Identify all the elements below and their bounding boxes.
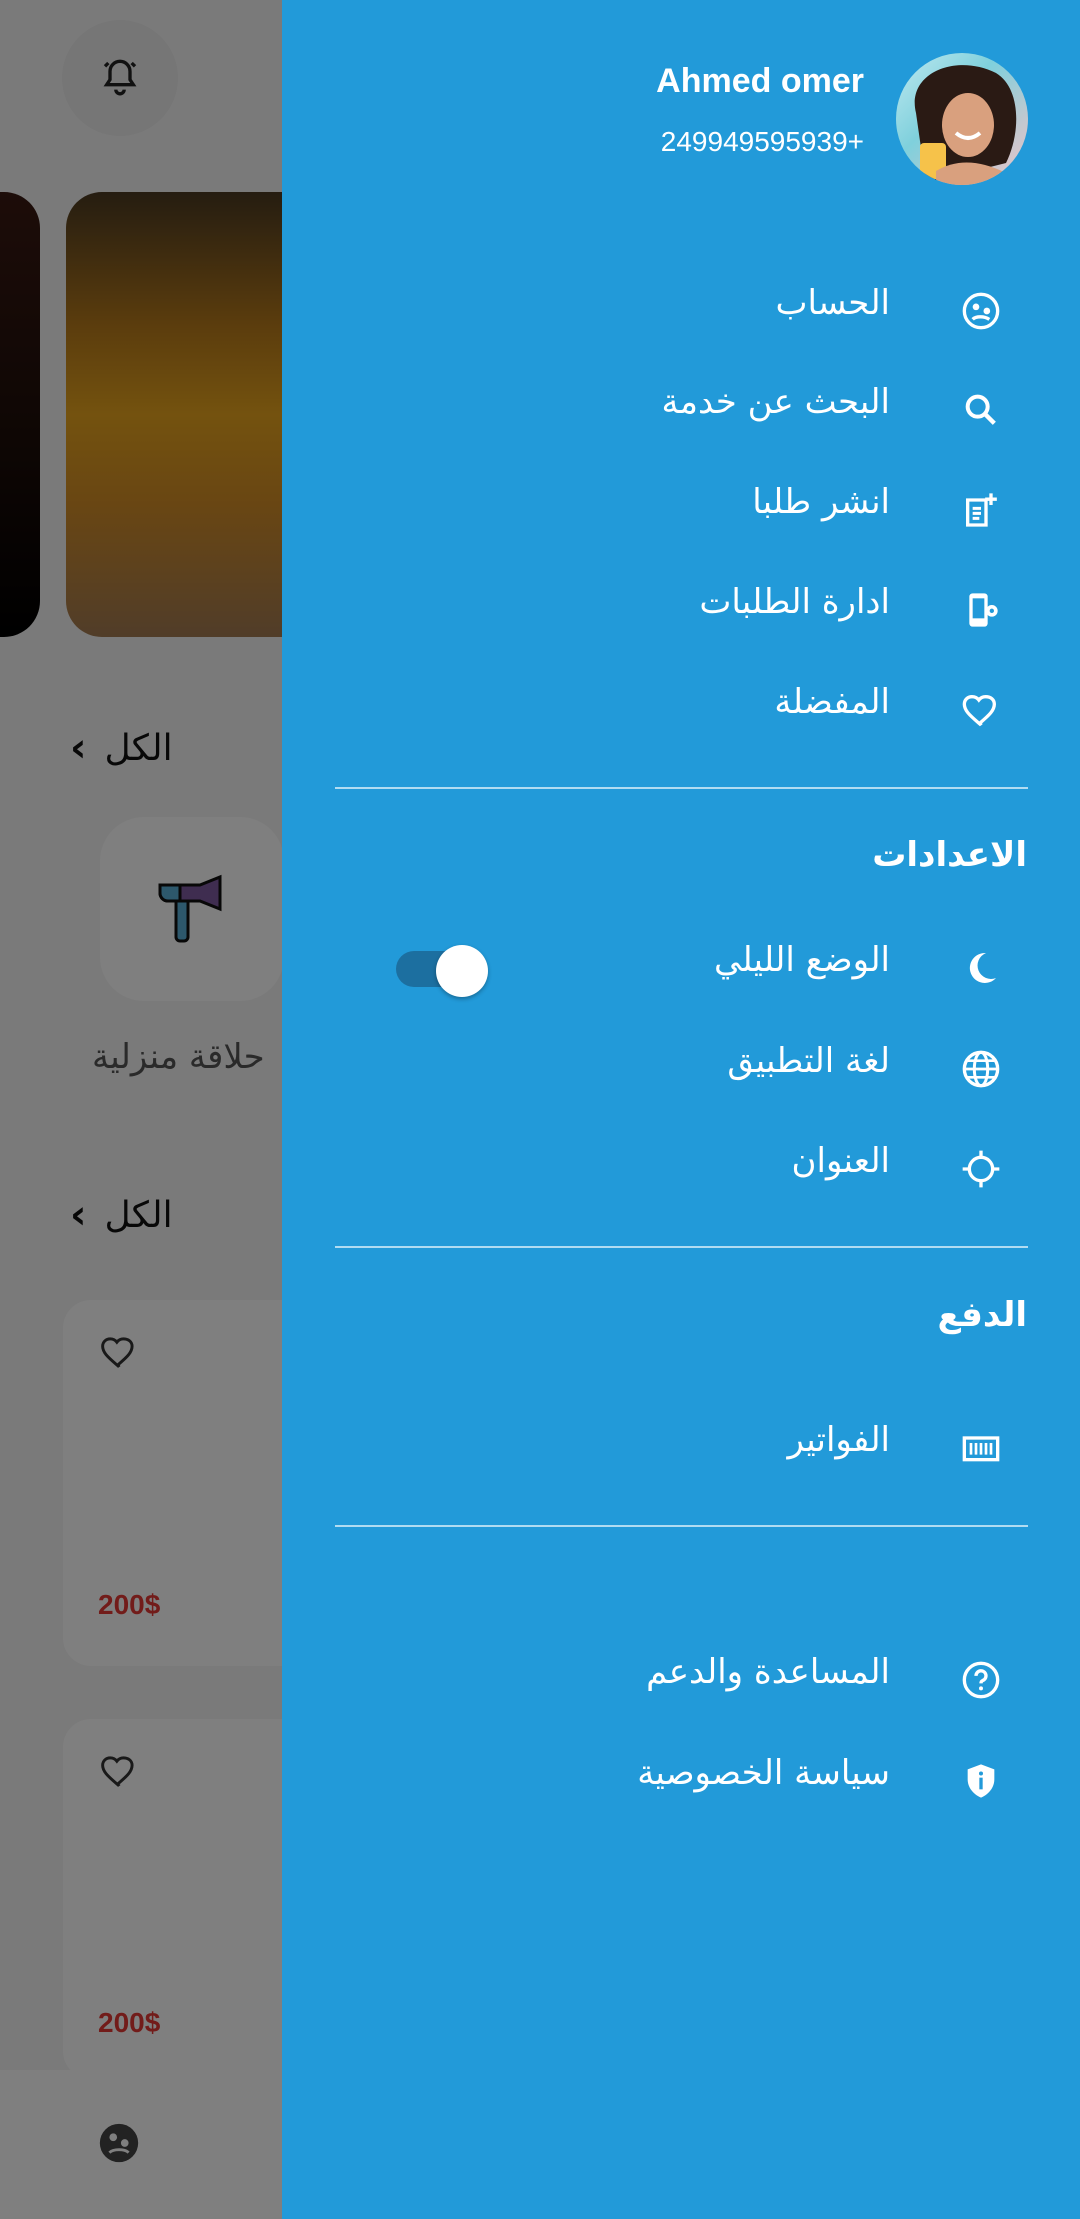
menu-item-label: الفواتير <box>787 1420 891 1460</box>
menu-item-invoices[interactable]: الفواتير <box>282 1402 1080 1492</box>
profile-phone: 249949595939+ <box>660 126 864 157</box>
menu-item-label: الوضع الليلي <box>713 940 890 980</box>
menu-item-label: ادارة الطلبات <box>699 582 890 622</box>
privacy-icon <box>959 1759 1003 1803</box>
menu-item-label: المساعدة والدعم <box>646 1652 890 1692</box>
avatar-image <box>914 65 1017 185</box>
menu-item-label: العنوان <box>791 1141 890 1181</box>
toggle-knob <box>436 945 488 997</box>
help-icon <box>959 1658 1003 1702</box>
heart-icon <box>959 688 1003 732</box>
menu-item-app-language[interactable]: لغة التطبيق <box>282 1023 1080 1113</box>
post-request-icon <box>959 488 1003 532</box>
profile-name: Ahmed omer <box>656 62 864 100</box>
menu-item-favorites[interactable]: المفضلة <box>282 664 1080 754</box>
menu-item-label: البحث عن خدمة <box>661 382 891 422</box>
menu-item-label: لغة التطبيق <box>727 1041 890 1081</box>
divider <box>335 1246 1028 1248</box>
payment-section-title: الدفع <box>937 1295 1027 1335</box>
menu-item-search-service[interactable]: البحث عن خدمة <box>282 364 1080 454</box>
moon-icon <box>959 946 1003 990</box>
globe-icon <box>959 1047 1003 1091</box>
invoice-icon <box>959 1426 1003 1470</box>
menu-item-label: انشر طلبا <box>752 482 890 522</box>
menu-item-label: الحساب <box>775 283 890 323</box>
search-icon <box>959 388 1003 432</box>
menu-item-account[interactable]: الحساب <box>282 265 1080 355</box>
account-icon <box>959 289 1003 333</box>
menu-item-privacy-policy[interactable]: سياسة الخصوصية <box>282 1735 1080 1825</box>
settings-section-title: الاعدادات <box>872 835 1027 875</box>
divider <box>335 1525 1028 1527</box>
menu-item-post-request[interactable]: انشر طلبا <box>282 464 1080 554</box>
menu-item-label: المفضلة <box>774 682 890 722</box>
divider <box>335 787 1028 789</box>
menu-item-manage-requests[interactable]: ادارة الطلبات <box>282 564 1080 654</box>
navigation-drawer: Ahmed omer 249949595939+ الحساب البحث عن… <box>282 0 1080 2219</box>
avatar[interactable] <box>896 53 1028 185</box>
manage-requests-icon <box>959 588 1003 632</box>
menu-item-label: سياسة الخصوصية <box>637 1753 890 1793</box>
location-icon <box>959 1147 1003 1191</box>
night-mode-toggle[interactable] <box>396 945 488 997</box>
menu-item-help-support[interactable]: المساعدة والدعم <box>282 1634 1080 1724</box>
menu-item-address[interactable]: العنوان <box>282 1123 1080 1213</box>
